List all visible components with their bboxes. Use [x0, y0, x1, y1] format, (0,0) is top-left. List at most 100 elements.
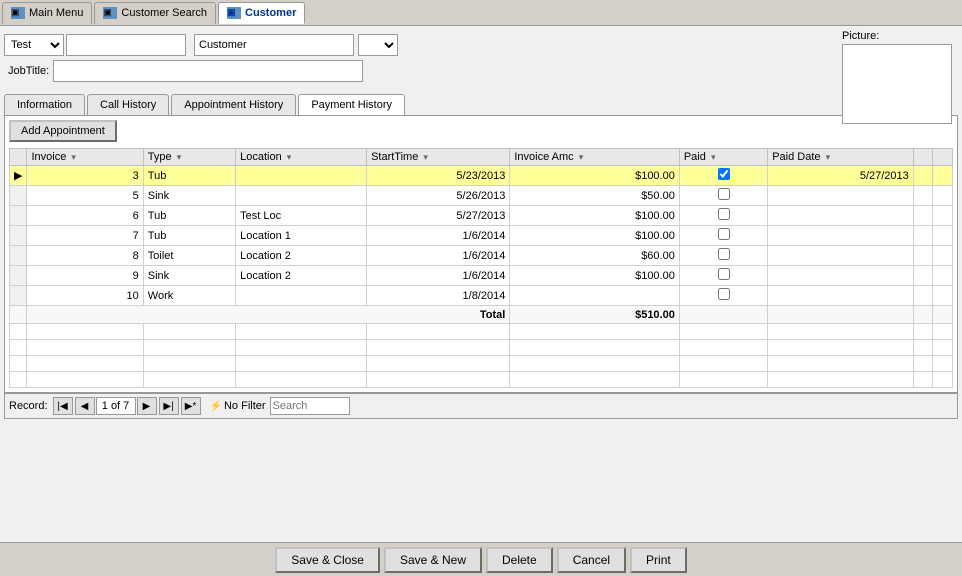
- col-location[interactable]: Location ▾: [236, 149, 367, 166]
- cell-paid[interactable]: [679, 186, 767, 206]
- nav-last-button[interactable]: ▶|: [159, 397, 179, 415]
- col-paid[interactable]: Paid ▾: [679, 149, 767, 166]
- cell-amount: $100.00: [510, 266, 680, 286]
- empty-cell: [27, 340, 143, 356]
- table-row[interactable]: 6TubTest Loc5/27/2013$100.00: [10, 206, 953, 226]
- table-row[interactable]: 5Sink5/26/2013$50.00: [10, 186, 953, 206]
- total-paid-date: [768, 306, 914, 324]
- cell-paid[interactable]: [679, 166, 767, 186]
- tab-customer-search[interactable]: ▣ Customer Search: [94, 2, 216, 24]
- col-invoice[interactable]: Invoice ▾: [27, 149, 143, 166]
- empty-cell: [143, 324, 235, 340]
- nav-first-button[interactable]: |◀: [53, 397, 73, 415]
- add-appointment-button[interactable]: Add Appointment: [9, 120, 117, 142]
- nav-prev-button[interactable]: ◀: [75, 397, 95, 415]
- cell-paid[interactable]: [679, 246, 767, 266]
- empty-cell: [236, 340, 367, 356]
- row-indicator: [10, 226, 27, 246]
- cell-extra: [933, 246, 953, 266]
- tab-call-history[interactable]: Call History: [87, 94, 169, 115]
- cancel-button[interactable]: Cancel: [557, 547, 626, 573]
- picture-frame: [842, 44, 952, 124]
- save-new-button[interactable]: Save & New: [384, 547, 482, 573]
- tab-main-menu[interactable]: ▣ Main Menu: [2, 2, 92, 24]
- cell-location: Location 2: [236, 266, 367, 286]
- total-extra1: [913, 306, 933, 324]
- empty-cell: [913, 356, 933, 372]
- empty-cell: [933, 324, 953, 340]
- col-paid-date[interactable]: Paid Date ▾: [768, 149, 914, 166]
- table-row[interactable]: ▶3Tub5/23/2013$100.005/27/2013: [10, 166, 953, 186]
- paid-checkbox[interactable]: [718, 208, 730, 220]
- table-row[interactable]: 10Work1/8/2014: [10, 286, 953, 306]
- main-area: Picture: Test JobTitle: In: [0, 26, 962, 542]
- paid-checkbox[interactable]: [718, 168, 730, 180]
- paid-checkbox[interactable]: [718, 188, 730, 200]
- save-close-button[interactable]: Save & Close: [275, 547, 380, 573]
- empty-cell: [367, 372, 510, 388]
- tab-appointment-history[interactable]: Appointment History: [171, 94, 296, 115]
- cell-invoice: 5: [27, 186, 143, 206]
- cell-paid[interactable]: [679, 226, 767, 246]
- cell-paid-date: [768, 186, 914, 206]
- table-row[interactable]: 7TubLocation 11/6/2014$100.00: [10, 226, 953, 246]
- empty-cell: [236, 372, 367, 388]
- cell-starttime: 1/6/2014: [367, 266, 510, 286]
- tab-customer-icon: ▣: [227, 7, 241, 19]
- nav-filter: ⚡ No Filter: [210, 397, 350, 415]
- tab-main-menu-icon: ▣: [11, 7, 25, 19]
- picture-label: Picture:: [842, 30, 952, 42]
- cell-invoice: 7: [27, 226, 143, 246]
- empty-cell: [143, 356, 235, 372]
- cell-paid[interactable]: [679, 206, 767, 226]
- cell-paid[interactable]: [679, 286, 767, 306]
- first-name-input[interactable]: [66, 34, 186, 56]
- print-button[interactable]: Print: [630, 547, 687, 573]
- cell-extra: [933, 266, 953, 286]
- empty-cell: [10, 356, 27, 372]
- cell-amount: $50.00: [510, 186, 680, 206]
- cell-paid-date: [768, 266, 914, 286]
- salutation-dropdown[interactable]: Test: [4, 34, 64, 56]
- tab-information[interactable]: Information: [4, 94, 85, 115]
- paid-checkbox[interactable]: [718, 228, 730, 240]
- tab-customer[interactable]: ▣ Customer: [218, 2, 305, 24]
- cell-paid[interactable]: [679, 266, 767, 286]
- col-amount[interactable]: Invoice Amc ▾: [510, 149, 680, 166]
- col-starttime[interactable]: StartTime ▾: [367, 149, 510, 166]
- search-input[interactable]: [270, 397, 350, 415]
- cell-invoice: 10: [27, 286, 143, 306]
- col-type[interactable]: Type ▾: [143, 149, 235, 166]
- cell-type: Tub: [143, 206, 235, 226]
- empty-cell: [913, 324, 933, 340]
- total-label: Total: [27, 306, 510, 324]
- empty-row: [10, 372, 953, 388]
- suffix-dropdown[interactable]: [358, 34, 398, 56]
- picture-section: Picture:: [842, 30, 952, 124]
- table-row[interactable]: 8ToiletLocation 21/6/2014$60.00: [10, 246, 953, 266]
- filter-icon: ⚡: [210, 401, 222, 412]
- tab-payment-history[interactable]: Payment History: [298, 94, 405, 115]
- nav-current-input[interactable]: [96, 397, 136, 415]
- col-extra1: [913, 149, 933, 166]
- paid-checkbox[interactable]: [718, 288, 730, 300]
- empty-cell: [367, 340, 510, 356]
- jobtitle-label: JobTitle:: [8, 65, 49, 77]
- empty-cell: [679, 340, 767, 356]
- empty-cell: [933, 356, 953, 372]
- filter-label: No Filter: [224, 400, 266, 412]
- location-sort-icon: ▾: [287, 152, 292, 162]
- paid-checkbox[interactable]: [718, 268, 730, 280]
- cell-amount: $60.00: [510, 246, 680, 266]
- empty-cell: [510, 372, 680, 388]
- paid-checkbox[interactable]: [718, 248, 730, 260]
- delete-button[interactable]: Delete: [486, 547, 553, 573]
- nav-next-button[interactable]: ▶: [137, 397, 157, 415]
- nav-new-button[interactable]: ▶*: [181, 397, 201, 415]
- empty-cell: [10, 324, 27, 340]
- table-row[interactable]: 9SinkLocation 21/6/2014$100.00: [10, 266, 953, 286]
- starttime-sort-icon: ▾: [423, 152, 428, 162]
- cell-type: Work: [143, 286, 235, 306]
- jobtitle-input[interactable]: [53, 60, 363, 82]
- last-name-input[interactable]: [194, 34, 354, 56]
